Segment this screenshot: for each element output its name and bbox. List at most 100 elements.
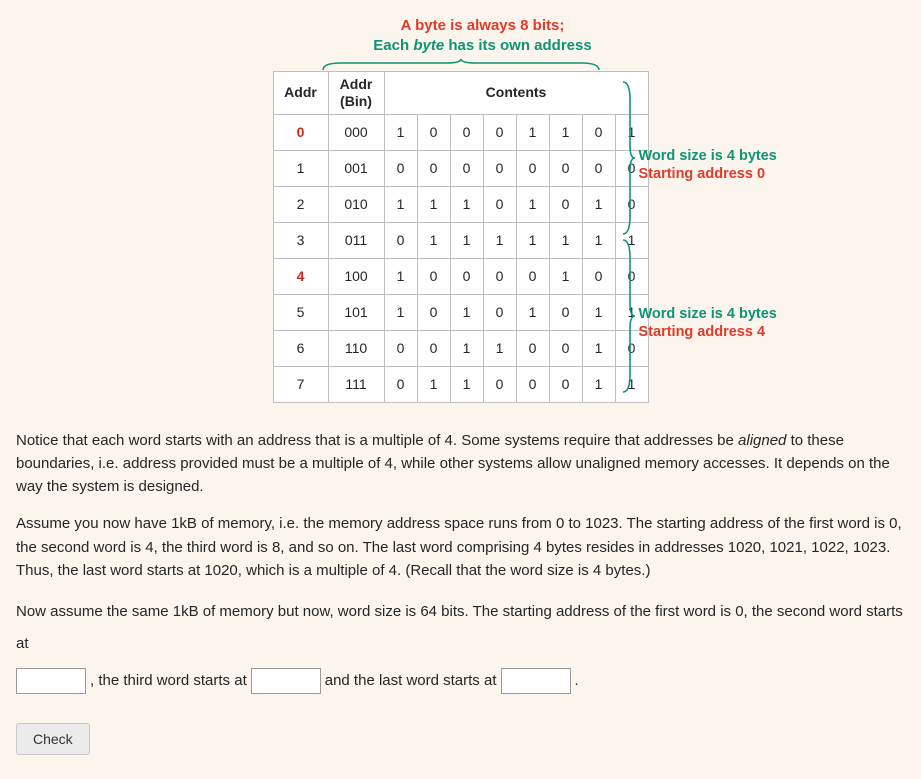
- question-text-1: Now assume the same 1kB of memory but no…: [16, 596, 905, 659]
- brace-word0-icon: [621, 80, 635, 236]
- brace-top-icon: [321, 59, 601, 71]
- bit-cell: 0: [516, 150, 549, 186]
- bit-cell: 1: [417, 222, 450, 258]
- addr-dec-cell: 0: [273, 114, 328, 150]
- addr-bin-cell: 000: [328, 114, 384, 150]
- memory-table: Addr Addr (Bin) Contents 000010001101100…: [273, 71, 649, 403]
- addr-dec-cell: 1: [273, 150, 328, 186]
- bit-cell: 1: [417, 186, 450, 222]
- bit-cell: 0: [450, 150, 483, 186]
- addr-bin-cell: 111: [328, 366, 384, 402]
- addr-dec-cell: 6: [273, 330, 328, 366]
- bit-cell: 1: [384, 186, 417, 222]
- bit-cell: 1: [516, 222, 549, 258]
- bit-cell: 0: [582, 114, 615, 150]
- bit-cell: 0: [417, 150, 450, 186]
- bit-cell: 0: [483, 114, 516, 150]
- bit-cell: 0: [549, 330, 582, 366]
- bit-cell: 0: [483, 258, 516, 294]
- col-addr-bin: Addr (Bin): [328, 72, 384, 115]
- bit-cell: 0: [417, 330, 450, 366]
- question-text-2: , the third word starts at: [90, 665, 247, 697]
- check-button[interactable]: Check: [16, 723, 90, 755]
- bit-cell: 0: [384, 366, 417, 402]
- bit-cell: 0: [549, 150, 582, 186]
- bit-cell: 0: [516, 258, 549, 294]
- bit-cell: 0: [516, 366, 549, 402]
- bit-cell: 0: [549, 366, 582, 402]
- table-row: 201011101010: [273, 186, 648, 222]
- question-row: Now assume the same 1kB of memory but no…: [16, 596, 905, 697]
- addr-dec-cell: 4: [273, 258, 328, 294]
- bit-cell: 1: [582, 222, 615, 258]
- table-row: 711101100011: [273, 366, 648, 402]
- bit-cell: 1: [450, 366, 483, 402]
- bit-cell: 0: [483, 186, 516, 222]
- bit-cell: 0: [582, 258, 615, 294]
- col-contents: Contents: [384, 72, 648, 115]
- bit-cell: 1: [549, 258, 582, 294]
- bit-cell: 0: [483, 366, 516, 402]
- bit-cell: 1: [582, 186, 615, 222]
- table-row: 301101111111: [273, 222, 648, 258]
- bit-cell: 0: [549, 294, 582, 330]
- question-text-4: .: [575, 665, 579, 697]
- bit-cell: 0: [450, 258, 483, 294]
- bit-cell: 0: [384, 222, 417, 258]
- caption-line1: A byte is always 8 bits;: [163, 16, 803, 36]
- bit-cell: 1: [417, 366, 450, 402]
- col-addr: Addr: [273, 72, 328, 115]
- bit-cell: 0: [417, 114, 450, 150]
- table-row: 410010000100: [273, 258, 648, 294]
- paragraph-2: Assume you now have 1kB of memory, i.e. …: [16, 512, 905, 582]
- bit-cell: 1: [582, 294, 615, 330]
- addr-bin-cell: 101: [328, 294, 384, 330]
- addr-bin-cell: 100: [328, 258, 384, 294]
- bit-cell: 0: [384, 150, 417, 186]
- bit-cell: 0: [417, 258, 450, 294]
- addr-dec-cell: 5: [273, 294, 328, 330]
- table-row: 611000110010: [273, 330, 648, 366]
- bit-cell: 1: [516, 294, 549, 330]
- bit-cell: 0: [483, 150, 516, 186]
- bit-cell: 1: [450, 186, 483, 222]
- table-row: 510110101011: [273, 294, 648, 330]
- caption-line2: Each byte has its own address: [163, 36, 803, 56]
- bit-cell: 1: [582, 366, 615, 402]
- answer-input-1[interactable]: [16, 668, 86, 694]
- addr-bin-cell: 110: [328, 330, 384, 366]
- bit-cell: 1: [549, 114, 582, 150]
- bit-cell: 1: [450, 222, 483, 258]
- bit-cell: 1: [384, 294, 417, 330]
- bit-cell: 1: [450, 294, 483, 330]
- bit-cell: 0: [582, 150, 615, 186]
- addr-dec-cell: 3: [273, 222, 328, 258]
- bit-cell: 1: [450, 330, 483, 366]
- answer-input-2[interactable]: [251, 668, 321, 694]
- annotation-word0: Word size is 4 bytes Starting address 0: [639, 147, 777, 183]
- question-text-3: and the last word starts at: [325, 665, 497, 697]
- table-row: 100100000000: [273, 150, 648, 186]
- addr-bin-cell: 010: [328, 186, 384, 222]
- brace-word1-icon: [621, 238, 635, 394]
- addr-dec-cell: 7: [273, 366, 328, 402]
- bit-cell: 0: [450, 114, 483, 150]
- bit-cell: 1: [483, 330, 516, 366]
- memory-diagram: A byte is always 8 bits; Each byte has i…: [141, 12, 781, 409]
- bit-cell: 1: [384, 258, 417, 294]
- bit-cell: 1: [516, 186, 549, 222]
- answer-input-3[interactable]: [501, 668, 571, 694]
- bit-cell: 1: [384, 114, 417, 150]
- diagram-caption: A byte is always 8 bits; Each byte has i…: [163, 16, 803, 55]
- addr-dec-cell: 2: [273, 186, 328, 222]
- annotation-word1: Word size is 4 bytes Starting address 4: [639, 305, 777, 341]
- bit-cell: 0: [384, 330, 417, 366]
- bit-cell: 0: [516, 330, 549, 366]
- table-row: 000010001101: [273, 114, 648, 150]
- addr-bin-cell: 011: [328, 222, 384, 258]
- bit-cell: 0: [483, 294, 516, 330]
- bit-cell: 1: [516, 114, 549, 150]
- bit-cell: 0: [417, 294, 450, 330]
- bit-cell: 0: [549, 186, 582, 222]
- bit-cell: 1: [582, 330, 615, 366]
